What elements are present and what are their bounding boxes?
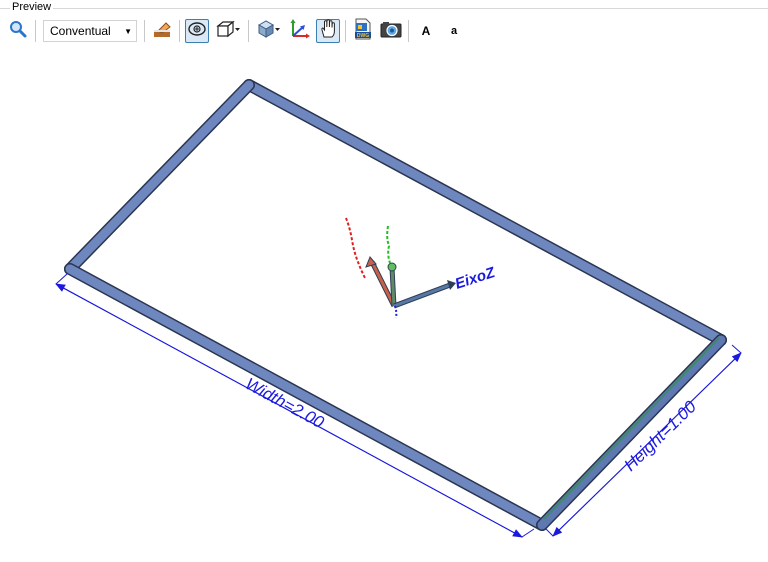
axes-icon <box>289 18 311 45</box>
export-dwg-button[interactable]: DWG <box>351 18 375 45</box>
font-smaller-label: a <box>450 25 458 37</box>
group-divider <box>0 8 768 9</box>
toolbar-separator <box>248 20 249 42</box>
axis-label: EixoZ <box>453 264 498 293</box>
toolbar-separator <box>408 20 409 42</box>
pan-button[interactable] <box>316 18 340 44</box>
chevron-down-icon: ▼ <box>124 26 132 36</box>
camera-icon <box>380 19 402 44</box>
toolbar-separator <box>179 20 180 42</box>
font-larger-button[interactable]: A <box>414 19 438 43</box>
magnifier-icon <box>9 20 27 43</box>
hand-icon <box>319 18 337 44</box>
toolbar-separator <box>345 20 346 42</box>
toolbar-separator <box>144 20 145 42</box>
axes-button[interactable] <box>288 18 312 45</box>
orbit-button[interactable] <box>185 19 209 43</box>
box-projection-icon <box>256 19 282 44</box>
visual-style-dropdown[interactable]: Conventual ▼ <box>43 20 137 42</box>
visual-style-value: Conventual <box>50 24 111 38</box>
view-cube-button[interactable] <box>213 19 243 43</box>
orbit-icon <box>187 19 207 44</box>
cube-view-icon <box>215 19 241 44</box>
coordinate-axes-gizmo: EixoZ <box>345 217 498 319</box>
eraser-button[interactable] <box>150 19 174 43</box>
eraser-icon <box>152 19 172 44</box>
viewer-toolbar: Conventual ▼ DWG A a <box>4 16 768 46</box>
svg-text:DWG: DWG <box>357 33 369 39</box>
screenshot-button[interactable] <box>379 19 403 43</box>
model-scene: Width=2.00 Height=1.00 EixoZ <box>55 79 742 538</box>
preview-group-header: Preview <box>0 0 768 16</box>
dwg-file-icon: DWG <box>353 18 373 45</box>
3d-viewport[interactable]: Width=2.00 Height=1.00 EixoZ <box>4 48 768 557</box>
toolbar-separator <box>35 20 36 42</box>
projection-button[interactable] <box>254 19 284 43</box>
width-dimension: Width=2.00 <box>55 273 535 538</box>
zoom-button[interactable] <box>6 19 30 43</box>
font-smaller-button[interactable]: a <box>442 19 466 43</box>
height-dimension: Height=1.00 <box>545 344 742 537</box>
panel-title: Preview <box>10 1 54 13</box>
font-larger-label: A <box>421 24 431 38</box>
